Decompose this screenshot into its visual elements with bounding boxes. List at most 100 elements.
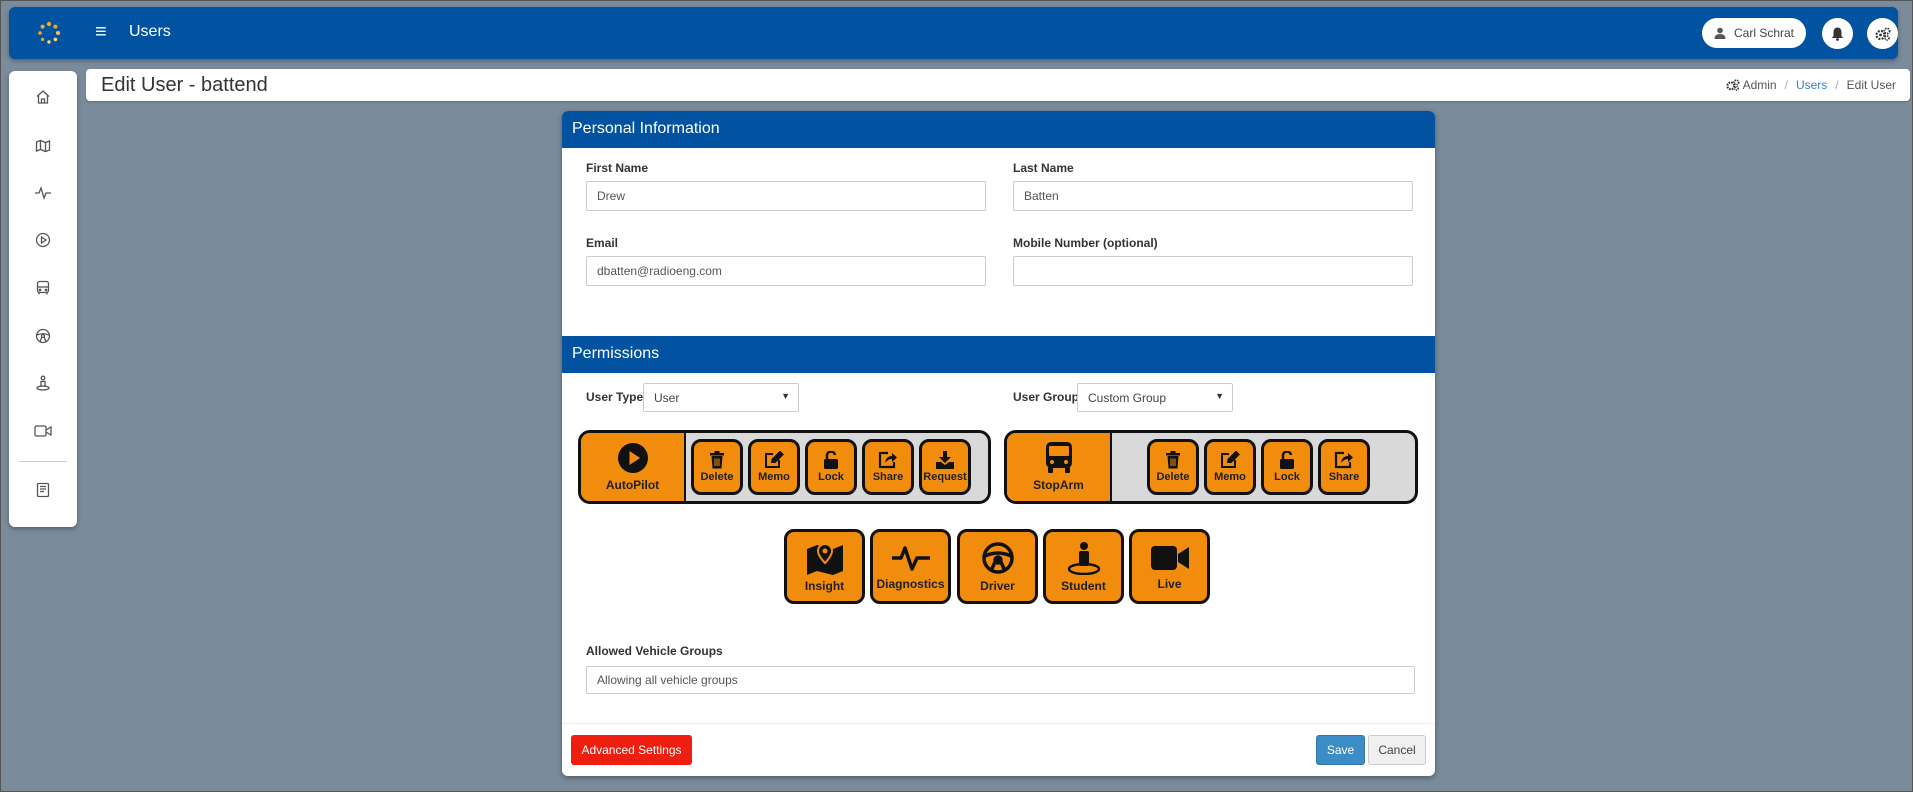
notifications-button[interactable] [1822, 18, 1853, 49]
stoparm-permission-group: StopArm Delete Memo Lock Share [1004, 430, 1418, 504]
download-icon [936, 451, 954, 469]
breadcrumb-admin-label: Admin [1742, 78, 1777, 92]
video-camera-icon [1150, 545, 1189, 570]
gears-icon [1874, 27, 1890, 41]
map-icon [35, 139, 51, 153]
play-icon [35, 232, 51, 248]
admin-settings-button[interactable] [1867, 18, 1898, 49]
sidebar-item-insight[interactable] [33, 135, 53, 155]
live-label: Live [1157, 576, 1182, 591]
stoparm-label: StopArm [1033, 478, 1084, 492]
sidebar-item-live[interactable] [33, 421, 53, 441]
share-icon [1334, 451, 1353, 469]
breadcrumb-separator: / [1835, 78, 1839, 92]
autopilot-request-toggle[interactable]: Request [919, 439, 971, 495]
map-marker-icon [806, 542, 843, 575]
driver-toggle[interactable]: Driver [957, 529, 1038, 604]
edit-icon [765, 451, 784, 468]
stoparm-toggle[interactable]: StopArm [1007, 433, 1112, 501]
play-circle-icon [617, 443, 648, 473]
page-title: Edit User - battend [101, 74, 268, 96]
sidebar [9, 71, 77, 527]
stoparm-delete-toggle[interactable]: Delete [1147, 439, 1199, 495]
person-pin-icon [36, 375, 50, 391]
user-icon [1714, 27, 1726, 39]
steering-wheel-icon [35, 328, 51, 344]
sidebar-item-student[interactable] [33, 373, 53, 393]
insight-label: Insight [804, 578, 845, 593]
breadcrumb-separator: / [1784, 78, 1788, 92]
student-label: Student [1061, 578, 1106, 593]
diagnostics-toggle[interactable]: Diagnostics [870, 529, 951, 604]
unlock-icon [824, 451, 838, 469]
user-group-value: Custom Group [1088, 391, 1167, 405]
cancel-button[interactable]: Cancel [1368, 735, 1426, 765]
delete-label: Delete [1156, 471, 1190, 483]
sidebar-item-home[interactable] [33, 87, 53, 107]
autopilot-share-toggle[interactable]: Share [862, 439, 914, 495]
caret-down-icon: ▼ [1215, 391, 1224, 401]
caret-down-icon: ▼ [781, 391, 790, 401]
unlock-icon [1280, 451, 1294, 469]
breadcrumb-current: Edit User [1846, 78, 1896, 92]
autopilot-permission-group: AutoPilot Delete Memo Lock Share Request [578, 430, 991, 504]
book-icon [36, 482, 50, 498]
request-label: Request [923, 471, 967, 483]
share-label: Share [1328, 471, 1360, 483]
stoparm-share-toggle[interactable]: Share [1318, 439, 1370, 495]
live-toggle[interactable]: Live [1129, 529, 1210, 604]
app-logo-icon[interactable] [37, 21, 61, 45]
menu-icon[interactable]: ≡ [95, 22, 107, 42]
sidebar-item-diagnostics[interactable] [33, 183, 53, 203]
email-input[interactable]: dbatten@radioeng.com [586, 256, 986, 286]
app-title: Users [129, 23, 171, 40]
gears-icon [1725, 79, 1740, 91]
breadcrumb: Admin / Users / Edit User [1725, 78, 1896, 92]
last-name-label: Last Name [1013, 161, 1074, 175]
top-navbar: ≡ Users Carl Schrat [9, 7, 1898, 59]
steering-wheel-icon [981, 541, 1014, 574]
stoparm-memo-toggle[interactable]: Memo [1204, 439, 1256, 495]
home-icon [36, 90, 50, 104]
last-name-input[interactable]: Batten [1013, 181, 1413, 211]
edit-icon [1221, 451, 1240, 468]
student-toggle[interactable]: Student [1043, 529, 1124, 604]
sidebar-item-driver[interactable] [33, 326, 53, 346]
vehicle-groups-input[interactable]: Allowing all vehicle groups [586, 666, 1415, 694]
footer-divider [562, 723, 1435, 724]
share-icon [878, 451, 897, 469]
autopilot-memo-toggle[interactable]: Memo [748, 439, 800, 495]
memo-label: Memo [758, 471, 790, 483]
first-name-input[interactable]: Drew [586, 181, 986, 211]
bus-icon [36, 280, 50, 295]
user-type-value: User [654, 391, 680, 405]
video-icon [34, 425, 52, 437]
save-button[interactable]: Save [1316, 735, 1365, 765]
stoparm-lock-toggle[interactable]: Lock [1261, 439, 1313, 495]
sidebar-item-stoparm[interactable] [33, 278, 53, 298]
memo-label: Memo [1214, 471, 1246, 483]
autopilot-toggle[interactable]: AutoPilot [581, 433, 686, 501]
delete-label: Delete [700, 471, 734, 483]
autopilot-lock-toggle[interactable]: Lock [805, 439, 857, 495]
sidebar-divider [19, 461, 67, 462]
mobile-input[interactable] [1013, 256, 1413, 286]
email-label: Email [586, 236, 619, 250]
mobile-label: Mobile Number (optional) [1013, 236, 1158, 250]
user-group-select[interactable]: Custom Group ▼ [1077, 383, 1233, 412]
insight-toggle[interactable]: Insight [784, 529, 865, 604]
sidebar-item-autopilot[interactable] [33, 230, 53, 250]
breadcrumb-users[interactable]: Users [1796, 78, 1827, 92]
sidebar-item-docs[interactable] [33, 480, 53, 500]
autopilot-delete-toggle[interactable]: Delete [691, 439, 743, 495]
personal-info-header: Personal Information [562, 111, 1435, 148]
user-menu-button[interactable]: Carl Schrat [1702, 18, 1806, 48]
breadcrumb-admin[interactable]: Admin [1725, 78, 1777, 92]
user-type-label: User Type [586, 390, 644, 404]
advanced-settings-button[interactable]: Advanced Settings [571, 735, 692, 765]
user-type-select[interactable]: User ▼ [643, 383, 799, 412]
diagnostics-label: Diagnostics [876, 576, 945, 591]
bus-icon [1045, 442, 1072, 473]
vehicle-groups-label: Allowed Vehicle Groups [586, 644, 723, 658]
user-group-label: User Group [1013, 390, 1080, 404]
